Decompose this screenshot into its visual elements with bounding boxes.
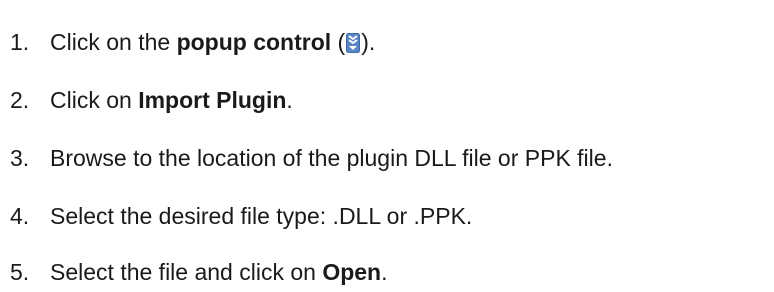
- step-text-plain: Select the file and click on: [50, 258, 323, 285]
- step-text-plain: ).: [361, 28, 376, 55]
- step-number: 1.: [10, 28, 30, 55]
- step-text-plain: Click on: [50, 86, 139, 113]
- step-text: Select the file and click on Open.: [50, 259, 388, 286]
- step-number: 3.: [10, 144, 30, 171]
- step-text-plain: Click on the: [50, 28, 177, 55]
- step-text-plain: .: [286, 86, 293, 113]
- step-5: 5. Select the file and click on Open.: [0, 252, 388, 292]
- step-text: Click on Import Plugin.: [50, 87, 293, 114]
- step-text: Select the desired file type: .DLL or .P…: [50, 202, 473, 229]
- step-text: Click on the popup control ( ).: [50, 29, 375, 56]
- step-text-bold: popup control: [176, 28, 332, 55]
- step-text-bold: Import Plugin: [138, 86, 287, 113]
- step-text-bold: Open: [322, 258, 382, 285]
- step-4: 4. Select the desired file type: .DLL or…: [0, 196, 472, 236]
- step-number: 5.: [10, 258, 30, 285]
- step-number: 4.: [10, 202, 30, 229]
- step-1: 1. Click on the popup control ( ).: [0, 22, 375, 62]
- step-number: 2.: [10, 86, 30, 113]
- step-text-plain: (: [331, 28, 346, 55]
- popup-control-icon: [346, 32, 361, 53]
- step-2: 2. Click on Import Plugin.: [0, 80, 293, 120]
- step-text: Browse to the location of the plugin DLL…: [50, 144, 613, 171]
- step-3: 3. Browse to the location of the plugin …: [0, 138, 613, 178]
- step-text-plain: .: [381, 258, 388, 285]
